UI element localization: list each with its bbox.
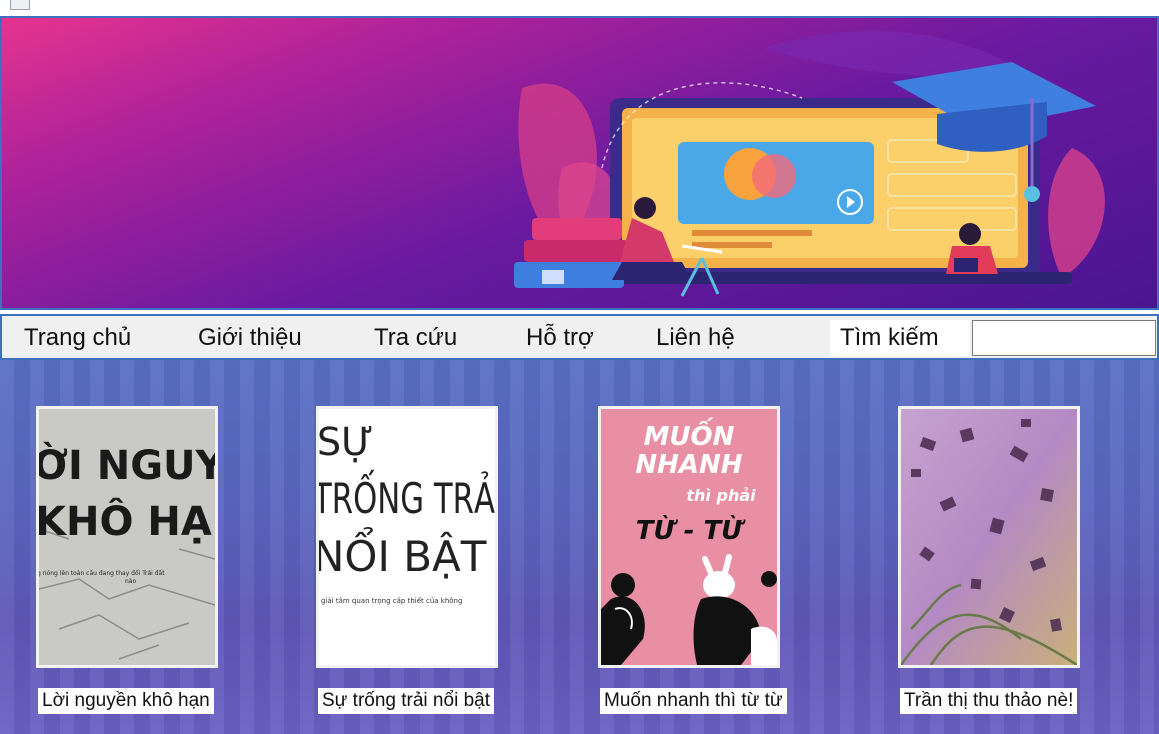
window-titlebar	[0, 0, 1159, 16]
book-caption-4[interactable]: Trần thị thu thảo nè!	[900, 688, 1078, 714]
search-label: Tìm kiếm	[830, 320, 970, 356]
book-3-title-line-2: NHANH	[635, 450, 742, 480]
book-cover-3[interactable]: MUỐN NHANH thì phải TỪ - TỪ	[598, 406, 780, 668]
book-caption-3[interactable]: Muốn nhanh thì từ từ	[600, 688, 787, 714]
book-cover-2[interactable]: SỰ TRỐNG TRẢ NỔI BẬT giải tâm quan trọng…	[316, 406, 498, 668]
book-3-title-line-3: thì phải	[686, 486, 756, 505]
menu-item-support[interactable]: Hỗ trợ	[526, 322, 594, 354]
menu-item-about[interactable]: Giới thiệu	[198, 322, 302, 354]
menu-item-lookup[interactable]: Tra cứu	[374, 322, 457, 354]
menu-item-contact[interactable]: Liên hệ	[656, 322, 735, 354]
book-caption-2[interactable]: Sự trống trải nổi bật	[318, 688, 494, 714]
book-1-subtitle: g nóng lên toàn cầu đang thay đổi Trái đ…	[39, 569, 165, 577]
banner-illustration	[514, 31, 1105, 297]
book-1-title-line-1: ỜI NGUYỀ	[39, 435, 215, 489]
book-2-title-line-2: TRỐNG TRẢ	[319, 469, 495, 523]
book-3-title-line-4: TỪ - TỪ	[636, 514, 746, 546]
book-1-subtitle-2: nào	[125, 578, 136, 585]
book-1-title-line-2: KHÔ HẠN	[39, 497, 215, 545]
book-3-title-line-1: MUỐN	[644, 416, 735, 452]
menu-item-home[interactable]: Trang chủ	[24, 322, 131, 354]
book-caption-1[interactable]: Lời nguyền khô hạn	[38, 688, 214, 714]
book-cover-1[interactable]: ỜI NGUYỀ KHÔ HẠN g nóng lên toàn cầu đan…	[36, 406, 218, 668]
book-cover-4[interactable]	[898, 406, 1080, 668]
book-cover-4-art	[901, 409, 1077, 665]
search-input[interactable]	[972, 320, 1156, 356]
book-2-title-line-1: SỰ	[319, 420, 374, 464]
book-2-title-line-3: NỔI BẬT	[319, 526, 487, 581]
book-2-subtitle: giải tâm quan trọng cấp thiết của không	[321, 597, 462, 605]
app-icon	[10, 0, 30, 10]
nav-menubar: Trang chủ Giới thiệu Tra cứu Hỗ trợ Liên…	[0, 314, 1159, 360]
hero-banner	[0, 16, 1159, 310]
book-gallery: ỜI NGUYỀ KHÔ HẠN g nóng lên toàn cầu đan…	[0, 360, 1159, 734]
book-cover-2-art: SỰ TRỐNG TRẢ NỔI BẬT giải tâm quan trọng…	[319, 409, 495, 665]
book-cover-3-art: MUỐN NHANH thì phải TỪ - TỪ	[601, 409, 777, 665]
book-cover-1-art: ỜI NGUYỀ KHÔ HẠN g nóng lên toàn cầu đan…	[39, 409, 215, 665]
